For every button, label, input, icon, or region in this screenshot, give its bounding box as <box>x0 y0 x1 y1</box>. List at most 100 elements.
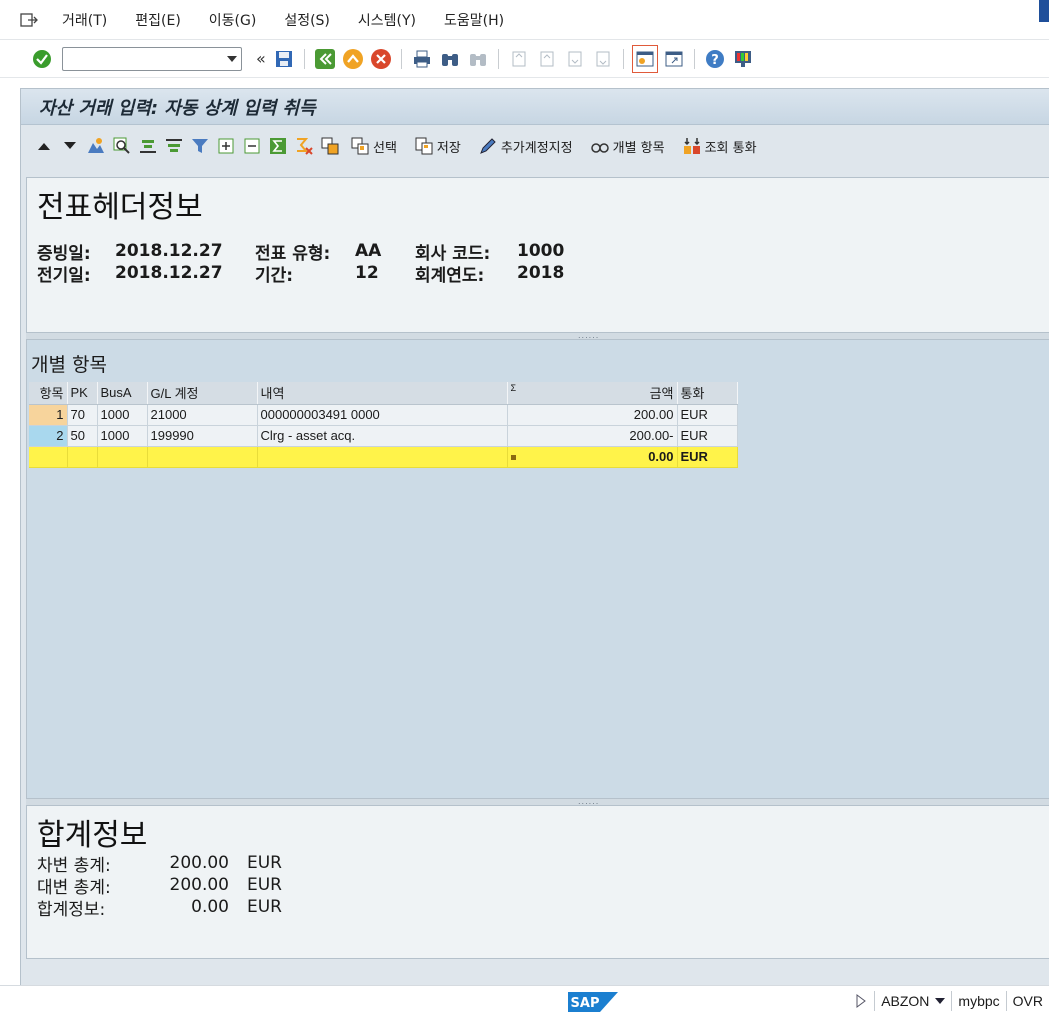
fiscal-year-value: 2018 <box>517 263 565 283</box>
glasses-icon <box>589 135 611 157</box>
system-name: ABZON <box>881 993 930 1009</box>
collapse-all-icon[interactable] <box>241 135 263 157</box>
line-items-button[interactable]: 개별 항목 <box>587 135 665 157</box>
display-currency-button[interactable]: 조회 통화 <box>679 135 757 157</box>
credit-total-row: 대변 총계: 200.00 EUR <box>37 874 289 898</box>
chevron-down-icon[interactable] <box>227 55 237 62</box>
column-header-busa[interactable]: BusA <box>97 382 148 405</box>
enter-check-icon[interactable] <box>30 47 54 71</box>
select-button[interactable]: 선택 <box>347 135 397 157</box>
cell-pk[interactable]: 70 <box>67 404 98 426</box>
collapse-command-icon[interactable]: « <box>256 49 266 68</box>
cell-text[interactable]: Clrg - asset acq. <box>257 425 508 447</box>
application-toolbar: 선택 저장 추가계정지정 개별 항목 조회 통화 <box>21 126 1049 166</box>
sort-ascending-icon[interactable] <box>137 135 159 157</box>
total-currency: EUR <box>677 446 738 468</box>
cell-busa[interactable]: 1000 <box>97 404 148 426</box>
menu-transaction[interactable]: 거래(T) <box>62 10 107 30</box>
balance-row: 합계정보: 0.00 EUR <box>37 896 289 920</box>
table-row[interactable]: 2 50 1000 199990 Clrg - asset acq. 200.0… <box>29 425 738 447</box>
command-field[interactable] <box>62 46 242 71</box>
select-button-label: 선택 <box>373 140 397 156</box>
save-layout-button[interactable]: 저장 <box>411 135 461 157</box>
cell-gl-account[interactable]: 21000 <box>147 404 258 426</box>
table-row[interactable]: 1 70 1000 21000 000000003491 0000 200.00… <box>29 404 738 426</box>
header-fields: 증빙일: 2018.12.27 전표 유형: AA 회사 코드: 1000 전기… <box>37 240 587 286</box>
save-icon[interactable] <box>272 47 296 71</box>
menu-bar: 거래(T) 편집(E) 이동(G) 설정(S) 시스템(Y) 도움말(H) <box>0 0 1049 40</box>
column-header-amount[interactable]: Σ 금액 <box>507 382 678 405</box>
save-layout-icon <box>413 135 435 157</box>
cell-currency[interactable]: EUR <box>677 425 738 447</box>
display-currency-label: 조회 통화 <box>704 140 757 156</box>
debit-total-row: 차변 총계: 200.00 EUR <box>37 852 289 876</box>
last-page-icon[interactable] <box>591 47 615 71</box>
cancel-icon[interactable] <box>369 47 393 71</box>
display-details-icon[interactable] <box>85 135 107 157</box>
additional-account-assignment-button[interactable]: 추가계정지정 <box>475 135 573 157</box>
total-amount: 0.00 <box>648 449 674 464</box>
toolbar-separator <box>693 48 695 69</box>
expand-status-icon[interactable] <box>850 994 874 1008</box>
cell-amount[interactable]: 200.00- <box>507 425 678 447</box>
subtotal-icon[interactable] <box>293 135 315 157</box>
first-page-icon[interactable] <box>507 47 531 71</box>
sap-logo-text: SAP <box>571 996 600 1011</box>
cell-busa[interactable]: 1000 <box>97 425 148 447</box>
window-corner-accent <box>1039 0 1049 22</box>
print-icon[interactable] <box>410 47 434 71</box>
column-header-gl-account[interactable]: G/L 계정 <box>147 382 258 405</box>
client-name: mybpc <box>951 991 1005 1011</box>
cell-gl-account[interactable]: 199990 <box>147 425 258 447</box>
help-icon[interactable]: ? <box>703 47 727 71</box>
header-row-1: 증빙일: 2018.12.27 전표 유형: AA 회사 코드: 1000 <box>37 240 587 264</box>
cell-amount[interactable]: 200.00 <box>507 404 678 426</box>
sum-icon[interactable] <box>267 135 289 157</box>
expand-all-icon[interactable] <box>215 135 237 157</box>
zoom-icon[interactable] <box>111 135 133 157</box>
screen-title: 자산 거래 입력: 자동 상계 입력 취득 <box>21 89 1049 125</box>
select-icon <box>349 135 371 157</box>
column-header-pk[interactable]: PK <box>67 382 98 405</box>
sort-descending-icon[interactable] <box>163 135 185 157</box>
system-info[interactable]: ABZON <box>874 991 951 1011</box>
line-items-label: 개별 항목 <box>612 140 665 156</box>
cell-pk[interactable]: 50 <box>67 425 98 447</box>
standard-toolbar: « ? <box>0 40 1049 78</box>
main-screen: 자산 거래 입력: 자동 상계 입력 취득 선택 저장 추가계정지정 개별 항목 <box>20 88 1049 985</box>
cell-item[interactable]: 1 <box>29 404 68 426</box>
back-icon[interactable] <box>313 47 337 71</box>
next-page-icon[interactable] <box>563 47 587 71</box>
menu-settings[interactable]: 설정(S) <box>284 10 330 30</box>
totals-panel: 합계정보 차변 총계: 200.00 EUR 대변 총계: 200.00 EUR… <box>26 805 1049 959</box>
total-marker-icon <box>510 455 516 460</box>
choose-layout-icon[interactable] <box>319 135 341 157</box>
column-header-item[interactable]: 항목 <box>29 382 68 405</box>
insert-mode[interactable]: OVR <box>1005 991 1049 1011</box>
customize-layout-icon[interactable] <box>731 47 755 71</box>
scroll-down-icon[interactable] <box>59 135 81 157</box>
save-layout-button-label: 저장 <box>436 140 461 156</box>
menu-system[interactable]: 시스템(Y) <box>358 10 416 30</box>
scroll-up-icon[interactable] <box>33 135 55 157</box>
exit-menu-icon[interactable] <box>18 9 40 31</box>
find-icon[interactable] <box>438 47 462 71</box>
cell-currency[interactable]: EUR <box>677 404 738 426</box>
cell-text[interactable]: 000000003491 0000 <box>257 404 508 426</box>
credit-total-currency: EUR <box>247 875 282 895</box>
find-next-icon[interactable] <box>466 47 490 71</box>
previous-page-icon[interactable] <box>535 47 559 71</box>
exit-icon[interactable] <box>341 47 365 71</box>
items-section-title: 개별 항목 <box>31 354 107 376</box>
filter-icon[interactable] <box>189 135 211 157</box>
toolbar-separator <box>400 48 402 69</box>
column-header-text[interactable]: 내역 <box>257 382 508 405</box>
menu-help[interactable]: 도움말(H) <box>444 10 504 30</box>
create-session-icon[interactable] <box>631 44 658 73</box>
status-info: ABZON mybpc OVR <box>850 986 1049 1016</box>
create-shortcut-icon[interactable] <box>662 47 686 71</box>
cell-item[interactable]: 2 <box>29 425 68 447</box>
menu-edit[interactable]: 편집(E) <box>135 10 181 30</box>
menu-goto[interactable]: 이동(G) <box>209 10 257 30</box>
column-header-currency[interactable]: 통화 <box>677 382 738 405</box>
